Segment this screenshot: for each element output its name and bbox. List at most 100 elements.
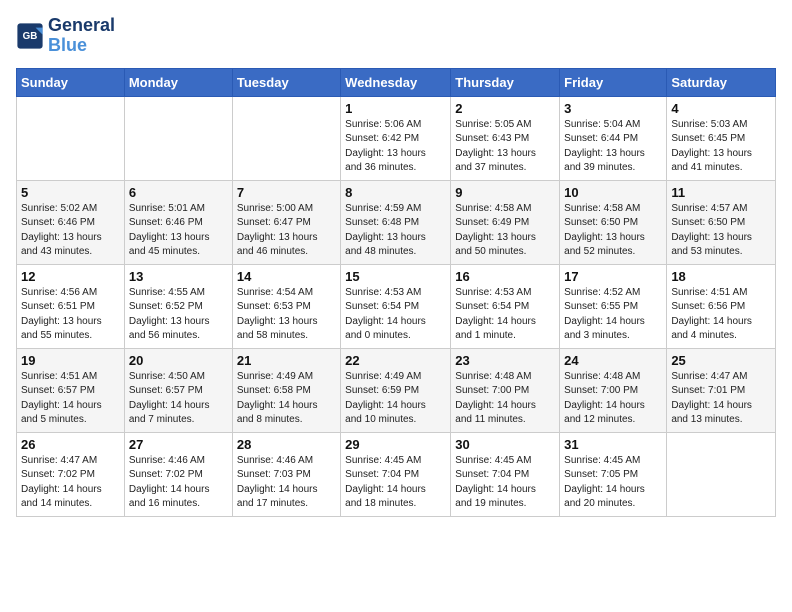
calendar-cell: 16 Sunrise: 4:53 AM Sunset: 6:54 PM Dayli… (451, 264, 560, 348)
calendar-header-row: SundayMondayTuesdayWednesdayThursdayFrid… (17, 68, 776, 96)
day-info: Sunrise: 4:45 AM Sunset: 7:04 PM Dayligh… (455, 454, 555, 512)
calendar-header-saturday: Saturday (667, 68, 776, 96)
day-info: Sunrise: 4:45 AM Sunset: 7:04 PM Dayligh… (345, 454, 446, 512)
calendar-cell: 1 Sunrise: 5:06 AM Sunset: 6:42 PM Daylig… (341, 96, 451, 180)
calendar-cell: 18 Sunrise: 4:51 AM Sunset: 6:56 PM Dayli… (667, 264, 776, 348)
day-info: Sunrise: 5:06 AM Sunset: 6:42 PM Dayligh… (345, 118, 446, 176)
day-number: 28 (237, 437, 336, 452)
calendar-header-tuesday: Tuesday (232, 68, 340, 96)
logo: GB GeneralBlue (16, 16, 115, 56)
day-info: Sunrise: 5:05 AM Sunset: 6:43 PM Dayligh… (455, 118, 555, 176)
day-number: 17 (564, 269, 662, 284)
day-number: 19 (21, 353, 120, 368)
day-info: Sunrise: 5:03 AM Sunset: 6:45 PM Dayligh… (671, 118, 771, 176)
calendar-cell: 3 Sunrise: 5:04 AM Sunset: 6:44 PM Daylig… (560, 96, 667, 180)
calendar-header-sunday: Sunday (17, 68, 125, 96)
calendar-cell: 20Sunrise: 4:50 AM Sunset: 6:57 PM Dayli… (124, 348, 232, 432)
day-info: Sunrise: 4:58 AM Sunset: 6:50 PM Dayligh… (564, 202, 662, 260)
day-info: Sunrise: 4:51 AM Sunset: 6:57 PM Dayligh… (21, 370, 120, 428)
calendar-cell: 10Sunrise: 4:58 AM Sunset: 6:50 PM Dayli… (560, 180, 667, 264)
calendar-cell: 2 Sunrise: 5:05 AM Sunset: 6:43 PM Daylig… (451, 96, 560, 180)
day-info: Sunrise: 4:52 AM Sunset: 6:55 PM Dayligh… (564, 286, 662, 344)
calendar-cell: 26Sunrise: 4:47 AM Sunset: 7:02 PM Dayli… (17, 432, 125, 516)
calendar-cell: 19 Sunrise: 4:51 AM Sunset: 6:57 PM Dayli… (17, 348, 125, 432)
calendar-cell: 24 Sunrise: 4:48 AM Sunset: 7:00 PM Dayli… (560, 348, 667, 432)
day-info: Sunrise: 5:01 AM Sunset: 6:46 PM Dayligh… (129, 202, 228, 260)
calendar-cell: 11 Sunrise: 4:57 AM Sunset: 6:50 PM Dayli… (667, 180, 776, 264)
calendar-header-friday: Friday (560, 68, 667, 96)
calendar-cell: 21 Sunrise: 4:49 AM Sunset: 6:58 PM Dayli… (232, 348, 340, 432)
calendar-cell: 9 Sunrise: 4:58 AM Sunset: 6:49 PM Daylig… (451, 180, 560, 264)
day-info: Sunrise: 4:55 AM Sunset: 6:52 PM Dayligh… (129, 286, 228, 344)
calendar-cell (17, 96, 125, 180)
day-number: 1 (345, 101, 446, 116)
calendar-cell: 31 Sunrise: 4:45 AM Sunset: 7:05 PM Dayli… (560, 432, 667, 516)
calendar-week-1: 1 Sunrise: 5:06 AM Sunset: 6:42 PM Daylig… (17, 96, 776, 180)
day-info: Sunrise: 4:56 AM Sunset: 6:51 PM Dayligh… (21, 286, 120, 344)
day-number: 14 (237, 269, 336, 284)
svg-text:GB: GB (23, 31, 38, 42)
day-info: Sunrise: 4:53 AM Sunset: 6:54 PM Dayligh… (345, 286, 446, 344)
day-number: 9 (455, 185, 555, 200)
day-number: 12 (21, 269, 120, 284)
day-number: 16 (455, 269, 555, 284)
day-number: 4 (671, 101, 771, 116)
calendar-table: SundayMondayTuesdayWednesdayThursdayFrid… (16, 68, 776, 517)
calendar-cell: 14 Sunrise: 4:54 AM Sunset: 6:53 PM Dayli… (232, 264, 340, 348)
calendar-week-3: 12 Sunrise: 4:56 AM Sunset: 6:51 PM Dayli… (17, 264, 776, 348)
day-number: 22 (345, 353, 446, 368)
calendar-cell (124, 96, 232, 180)
calendar-cell: 30 Sunrise: 4:45 AM Sunset: 7:04 PM Dayli… (451, 432, 560, 516)
day-number: 5 (21, 185, 120, 200)
day-info: Sunrise: 4:51 AM Sunset: 6:56 PM Dayligh… (671, 286, 771, 344)
logo-icon: GB (16, 22, 44, 50)
day-info: Sunrise: 4:49 AM Sunset: 6:59 PM Dayligh… (345, 370, 446, 428)
day-info: Sunrise: 4:53 AM Sunset: 6:54 PM Dayligh… (455, 286, 555, 344)
day-number: 29 (345, 437, 446, 452)
calendar-cell: 8 Sunrise: 4:59 AM Sunset: 6:48 PM Daylig… (341, 180, 451, 264)
day-number: 15 (345, 269, 446, 284)
day-number: 24 (564, 353, 662, 368)
day-number: 21 (237, 353, 336, 368)
day-info: Sunrise: 4:54 AM Sunset: 6:53 PM Dayligh… (237, 286, 336, 344)
day-number: 3 (564, 101, 662, 116)
calendar-cell: 17 Sunrise: 4:52 AM Sunset: 6:55 PM Dayli… (560, 264, 667, 348)
day-info: Sunrise: 4:48 AM Sunset: 7:00 PM Dayligh… (564, 370, 662, 428)
calendar-cell: 23Sunrise: 4:48 AM Sunset: 7:00 PM Dayli… (451, 348, 560, 432)
calendar-cell (667, 432, 776, 516)
day-number: 2 (455, 101, 555, 116)
calendar-header-thursday: Thursday (451, 68, 560, 96)
calendar-cell: 27Sunrise: 4:46 AM Sunset: 7:02 PM Dayli… (124, 432, 232, 516)
calendar-cell: 29 Sunrise: 4:45 AM Sunset: 7:04 PM Dayli… (341, 432, 451, 516)
day-info: Sunrise: 4:47 AM Sunset: 7:01 PM Dayligh… (671, 370, 771, 428)
day-number: 26 (21, 437, 120, 452)
day-number: 13 (129, 269, 228, 284)
day-number: 11 (671, 185, 771, 200)
day-info: Sunrise: 4:57 AM Sunset: 6:50 PM Dayligh… (671, 202, 771, 260)
page-header: GB GeneralBlue (16, 16, 776, 56)
logo-text: GeneralBlue (48, 16, 115, 56)
day-info: Sunrise: 4:45 AM Sunset: 7:05 PM Dayligh… (564, 454, 662, 512)
calendar-week-5: 26Sunrise: 4:47 AM Sunset: 7:02 PM Dayli… (17, 432, 776, 516)
calendar-cell (232, 96, 340, 180)
calendar-cell: 12 Sunrise: 4:56 AM Sunset: 6:51 PM Dayli… (17, 264, 125, 348)
day-number: 23 (455, 353, 555, 368)
day-info: Sunrise: 4:46 AM Sunset: 7:02 PM Dayligh… (129, 454, 228, 512)
day-number: 18 (671, 269, 771, 284)
day-info: Sunrise: 4:46 AM Sunset: 7:03 PM Dayligh… (237, 454, 336, 512)
calendar-week-2: 5 Sunrise: 5:02 AM Sunset: 6:46 PM Daylig… (17, 180, 776, 264)
day-number: 30 (455, 437, 555, 452)
day-info: Sunrise: 4:49 AM Sunset: 6:58 PM Dayligh… (237, 370, 336, 428)
day-info: Sunrise: 4:59 AM Sunset: 6:48 PM Dayligh… (345, 202, 446, 260)
calendar-cell: 28 Sunrise: 4:46 AM Sunset: 7:03 PM Dayli… (232, 432, 340, 516)
day-info: Sunrise: 5:00 AM Sunset: 6:47 PM Dayligh… (237, 202, 336, 260)
day-info: Sunrise: 4:58 AM Sunset: 6:49 PM Dayligh… (455, 202, 555, 260)
day-number: 8 (345, 185, 446, 200)
day-number: 31 (564, 437, 662, 452)
calendar-cell: 13 Sunrise: 4:55 AM Sunset: 6:52 PM Dayli… (124, 264, 232, 348)
day-info: Sunrise: 5:02 AM Sunset: 6:46 PM Dayligh… (21, 202, 120, 260)
day-info: Sunrise: 5:04 AM Sunset: 6:44 PM Dayligh… (564, 118, 662, 176)
day-info: Sunrise: 4:50 AM Sunset: 6:57 PM Dayligh… (129, 370, 228, 428)
calendar-cell: 6Sunrise: 5:01 AM Sunset: 6:46 PM Daylig… (124, 180, 232, 264)
calendar-cell: 4 Sunrise: 5:03 AM Sunset: 6:45 PM Daylig… (667, 96, 776, 180)
